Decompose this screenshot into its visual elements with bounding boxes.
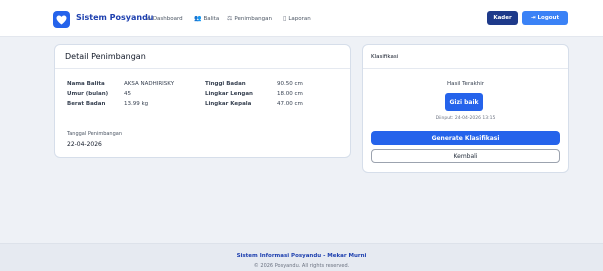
footer: Sistem Informasi Posyandu - Mekar Murni … [0,243,603,271]
umur-value: 45 [124,91,131,97]
klasifikasi-card: Klasifikasi Hasil Terakhir Gizi baik Dii… [362,44,569,173]
lingkar-lengan-value: 18.00 cm [277,91,303,97]
logout-icon: ⇥ [530,15,536,21]
brand-title[interactable]: Sistem Posyandu [76,13,154,22]
nav-penimbangan[interactable]: ⚖ Penimbangan [227,15,272,22]
lingkar-kepala-label: Lingkar Kepala [205,101,252,107]
nav-dashboard-label: Dashboard [152,15,183,22]
berat-badan-label: Berat Badan [67,101,106,107]
lingkar-lengan-label: Lingkar Lengan [205,91,253,97]
tinggi-badan-label: Tinggi Badan [205,81,246,87]
users-icon: 👥 [194,15,202,22]
home-icon: ⌂ [147,15,151,22]
nav-laporan[interactable]: ▯ Laporan [283,15,311,22]
berat-badan-value: 13.99 kg [124,101,149,107]
logout-label: Logout [537,15,560,21]
document-icon: ▯ [283,15,287,22]
diinput-timestamp: Diinput: 24-04-2026 13:15 [435,116,496,121]
generate-klasifikasi-button[interactable]: Generate Klasifikasi [371,131,560,145]
nama-balita-label: Nama Balita [67,81,105,87]
role-badge-kader[interactable]: Kader [487,11,518,25]
hasil-terakhir-label: Hasil Terakhir [446,81,485,87]
tanggal-penimbangan-value: 22-04-2026 [67,141,102,148]
navbar: Sistem Posyandu ⌂ Dashboard 👥 Balita ⚖ P… [0,0,603,37]
umur-label: Umur (bulan) [67,91,109,97]
nav-dashboard[interactable]: ⌂ Dashboard [147,15,183,22]
footer-title: Sistem Informasi Posyandu - Mekar Murni [236,253,367,259]
klasifikasi-card-title: Klasifikasi [363,45,568,69]
detail-card-title: Detail Penimbangan [55,45,350,69]
lingkar-kepala-value: 47.00 cm [277,101,303,107]
detail-card: Detail Penimbangan Nama Balita AKSA NADH… [54,44,351,158]
nav-balita[interactable]: 👥 Balita [194,15,219,22]
nav-balita-label: Balita [203,15,220,22]
tinggi-badan-value: 90.50 cm [277,81,303,87]
status-gizi-badge: Gizi baik [445,93,483,111]
scale-icon: ⚖ [227,15,233,22]
logout-button[interactable]: ⇥ Logout [522,11,568,25]
kembali-button[interactable]: Kembali [371,149,560,163]
heart-logo-icon[interactable] [53,11,70,28]
footer-copyright: © 2026 Posyandu. All rights reserved. [253,263,350,269]
tanggal-penimbangan-label: Tanggal Penimbangan [67,131,123,137]
nama-balita-value: AKSA NADHIRISKY [124,81,175,87]
nav-penimbangan-label: Penimbangan [234,15,272,22]
nav-laporan-label: Laporan [288,15,311,22]
